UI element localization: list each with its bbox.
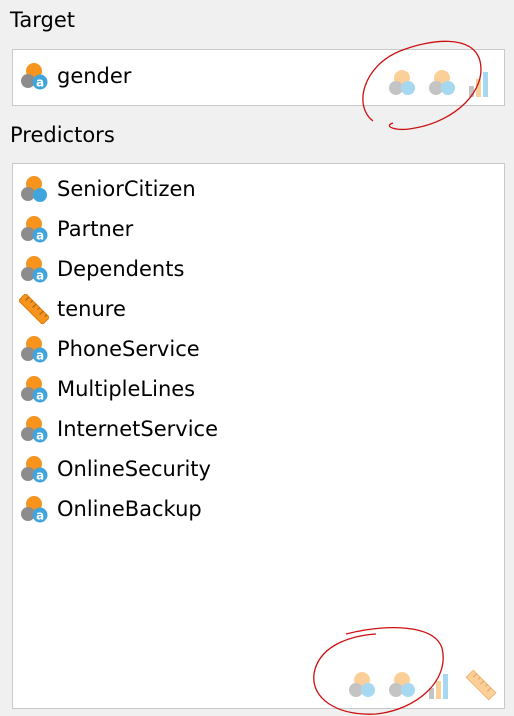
- target-section-label: Target: [10, 8, 75, 32]
- predictors-section-label: Predictors: [10, 123, 115, 147]
- nominal-measure-icon[interactable]: [386, 67, 418, 99]
- list-item[interactable]: tenure: [19, 291, 126, 327]
- list-item[interactable]: Dependents: [19, 251, 184, 287]
- field-label: tenure: [57, 297, 126, 321]
- nominal-string-field-icon: [19, 494, 49, 524]
- field-label: InternetService: [57, 417, 218, 441]
- target-field-row[interactable]: gender: [19, 58, 131, 94]
- list-item[interactable]: OnlineBackup: [19, 491, 202, 527]
- nominal-measure-icon[interactable]: [346, 669, 378, 701]
- field-label: OnlineSecurity: [57, 457, 211, 481]
- target-field-label: gender: [57, 64, 132, 88]
- nominal-string-field-icon: [19, 214, 49, 244]
- ordinal-bar-measure-icon[interactable]: [465, 67, 497, 99]
- list-item[interactable]: Partner: [19, 211, 133, 247]
- scale-ruler-measure-icon[interactable]: [465, 669, 497, 701]
- list-item[interactable]: OnlineSecurity: [19, 451, 211, 487]
- nominal-string-field-icon: [19, 374, 49, 404]
- list-item[interactable]: MultipleLines: [19, 371, 195, 407]
- predictors-list[interactable]: SeniorCitizen Partner Dependents tenure …: [12, 163, 505, 709]
- target-field-box[interactable]: gender: [12, 49, 505, 106]
- nominal-string-field-icon: [19, 254, 49, 284]
- ordinal-measure-icon[interactable]: [386, 669, 418, 701]
- nominal-string-field-icon: [19, 454, 49, 484]
- nominal-numeric-field-icon: [19, 174, 49, 204]
- nominal-string-field-icon: [19, 61, 49, 91]
- ordinal-measure-icon[interactable]: [426, 67, 458, 99]
- field-label: Dependents: [57, 257, 185, 281]
- field-label: OnlineBackup: [57, 497, 202, 521]
- nominal-string-field-icon: [19, 414, 49, 444]
- scale-ruler-field-icon: [19, 294, 49, 324]
- list-item[interactable]: InternetService: [19, 411, 218, 447]
- ordinal-bar-measure-icon[interactable]: [425, 669, 457, 701]
- field-label: MultipleLines: [57, 377, 196, 401]
- field-label: SeniorCitizen: [57, 177, 196, 201]
- list-item[interactable]: SeniorCitizen: [19, 171, 196, 207]
- list-item[interactable]: PhoneService: [19, 331, 200, 367]
- nominal-string-field-icon: [19, 334, 49, 364]
- field-label: PhoneService: [57, 337, 200, 361]
- field-label: Partner: [57, 217, 134, 241]
